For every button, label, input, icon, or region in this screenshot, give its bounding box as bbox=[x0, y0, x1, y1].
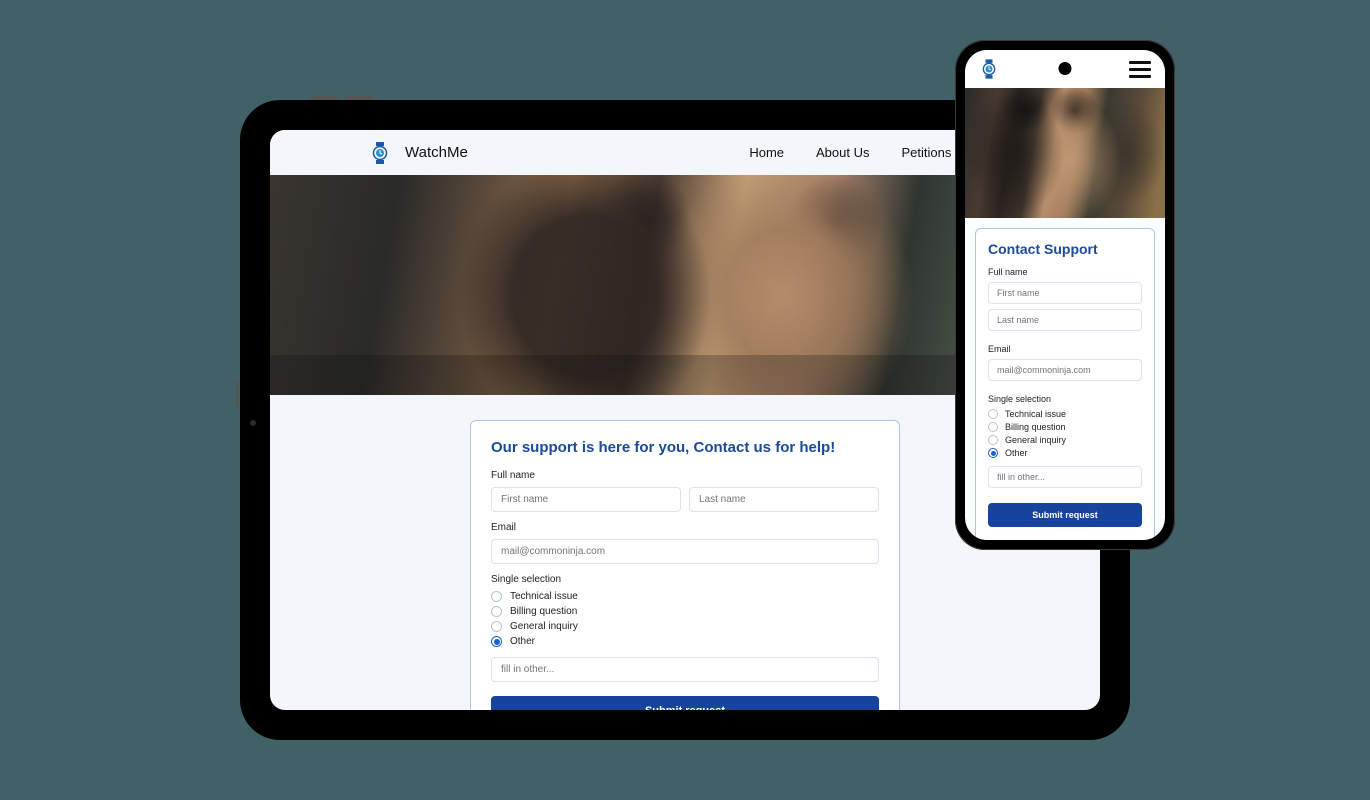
submit-button[interactable]: Submit request bbox=[491, 696, 879, 710]
tablet-side-buttons bbox=[236, 380, 240, 490]
radio-icon bbox=[988, 435, 998, 445]
nav-petitions[interactable]: Petitions bbox=[902, 145, 952, 160]
email-label: Email bbox=[491, 522, 879, 533]
radio-label: Other bbox=[1005, 448, 1028, 458]
phone-support-form-card: Contact Support Full name Email Single s… bbox=[975, 228, 1155, 540]
nav-home[interactable]: Home bbox=[749, 145, 784, 160]
radio-icon bbox=[491, 591, 502, 602]
full-name-label: Full name bbox=[491, 470, 879, 481]
other-input[interactable] bbox=[491, 657, 879, 682]
phone-form-title: Contact Support bbox=[988, 241, 1142, 257]
support-form-card: Our support is here for you, Contact us … bbox=[470, 420, 900, 710]
phone-radio-group: Technical issue Billing question General… bbox=[988, 409, 1142, 458]
phone-email-label: Email bbox=[988, 344, 1142, 354]
logo-group[interactable]: WatchMe bbox=[370, 143, 468, 163]
phone-radio-general[interactable]: General inquiry bbox=[988, 435, 1142, 445]
watch-icon[interactable] bbox=[979, 59, 999, 79]
radio-label: Billing question bbox=[510, 606, 577, 617]
phone-radio-technical[interactable]: Technical issue bbox=[988, 409, 1142, 419]
phone-camera-dot bbox=[1059, 62, 1072, 75]
phone-other-input[interactable] bbox=[988, 466, 1142, 488]
radio-other[interactable]: Other bbox=[491, 636, 879, 647]
email-input[interactable] bbox=[491, 539, 879, 564]
radio-icon bbox=[491, 621, 502, 632]
single-selection-label: Single selection bbox=[491, 574, 879, 585]
phone-email-input[interactable] bbox=[988, 359, 1142, 381]
radio-technical[interactable]: Technical issue bbox=[491, 591, 879, 602]
phone-hero-image bbox=[965, 88, 1165, 218]
form-title: Our support is here for you, Contact us … bbox=[491, 439, 879, 456]
radio-icon bbox=[988, 448, 998, 458]
radio-label: Technical issue bbox=[1005, 409, 1066, 419]
radio-label: General inquiry bbox=[510, 621, 578, 632]
tablet-top-buttons bbox=[310, 96, 373, 100]
radio-label: Other bbox=[510, 636, 535, 647]
last-name-input[interactable] bbox=[689, 487, 879, 512]
radio-label: General inquiry bbox=[1005, 435, 1066, 445]
radio-label: Billing question bbox=[1005, 422, 1066, 432]
phone-submit-button[interactable]: Submit request bbox=[988, 503, 1142, 527]
radio-icon bbox=[988, 409, 998, 419]
nav-about[interactable]: About Us bbox=[816, 145, 869, 160]
brand-name: WatchMe bbox=[405, 144, 468, 161]
watch-icon bbox=[370, 143, 390, 163]
phone-first-name-input[interactable] bbox=[988, 282, 1142, 304]
phone-screen: Contact Support Full name Email Single s… bbox=[965, 50, 1165, 540]
phone-device-frame: Contact Support Full name Email Single s… bbox=[955, 40, 1175, 550]
phone-last-name-input[interactable] bbox=[988, 309, 1142, 331]
radio-billing[interactable]: Billing question bbox=[491, 606, 879, 617]
radio-label: Technical issue bbox=[510, 591, 578, 602]
radio-icon bbox=[491, 636, 502, 647]
hamburger-menu-icon[interactable] bbox=[1129, 61, 1151, 78]
radio-icon bbox=[491, 606, 502, 617]
phone-full-name-label: Full name bbox=[988, 267, 1142, 277]
phone-radio-billing[interactable]: Billing question bbox=[988, 422, 1142, 432]
radio-icon bbox=[988, 422, 998, 432]
radio-general[interactable]: General inquiry bbox=[491, 621, 879, 632]
first-name-input[interactable] bbox=[491, 487, 681, 512]
phone-radio-other[interactable]: Other bbox=[988, 448, 1142, 458]
phone-single-selection-label: Single selection bbox=[988, 394, 1142, 404]
radio-group: Technical issue Billing question General… bbox=[491, 591, 879, 647]
tablet-camera-dot bbox=[250, 420, 256, 426]
